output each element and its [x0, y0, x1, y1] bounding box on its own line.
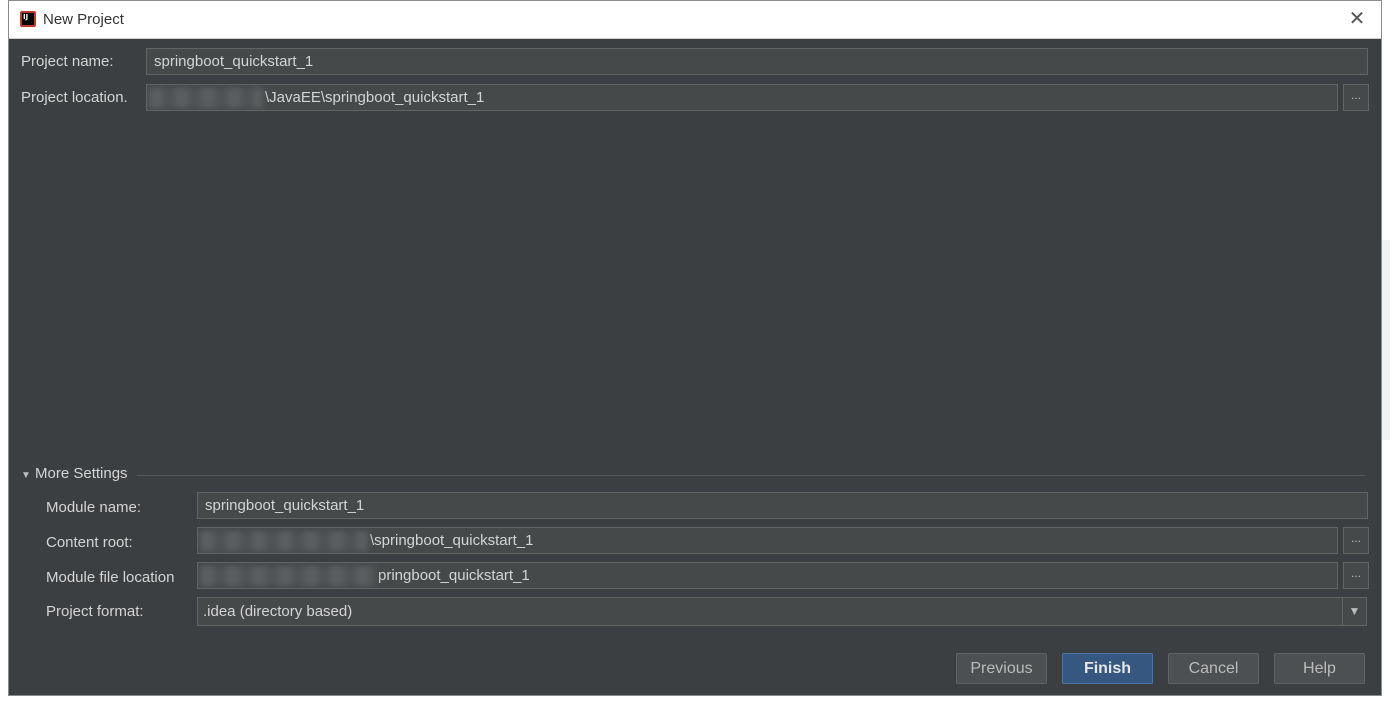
project-location-input[interactable]: \JavaEE\springboot_quickstart_1	[146, 84, 1338, 111]
project-location-browse-button[interactable]: ...	[1343, 84, 1369, 111]
intellij-app-icon: IJ	[20, 11, 36, 27]
module-file-location-label: Module file location	[46, 569, 175, 586]
content-root-value: \springboot_quickstart_1	[370, 532, 534, 549]
cancel-button[interactable]: Cancel	[1168, 653, 1259, 684]
project-format-select[interactable]: .idea (directory based) ▼	[197, 597, 1367, 626]
project-format-label: Project format:	[46, 603, 144, 620]
help-button[interactable]: Help	[1274, 653, 1365, 684]
project-location-label: Project location.	[21, 89, 128, 106]
content-root-browse-button[interactable]: ...	[1343, 527, 1369, 554]
project-format-selected: .idea (directory based)	[203, 603, 353, 620]
redacted-path	[200, 531, 368, 552]
close-icon[interactable]: ✕	[1345, 8, 1369, 32]
new-project-dialog: IJ New Project ✕ Project name: springboo…	[8, 0, 1382, 696]
window-title: New Project	[43, 11, 124, 28]
module-name-label: Module name:	[46, 499, 142, 516]
title-bar: IJ New Project ✕	[9, 1, 1381, 39]
redacted-path	[149, 88, 263, 109]
project-name-input[interactable]: springboot_quickstart_1	[146, 48, 1368, 75]
module-file-location-browse-button[interactable]: ...	[1343, 562, 1369, 589]
dropdown-arrow-icon[interactable]: ▼	[1342, 598, 1366, 625]
background-ide-strip	[1382, 240, 1390, 440]
module-file-location-value: pringboot_quickstart_1	[378, 567, 530, 584]
redacted-path	[200, 566, 376, 587]
module-file-location-input[interactable]: pringboot_quickstart_1	[197, 562, 1338, 589]
project-location-value: \JavaEE\springboot_quickstart_1	[265, 89, 485, 106]
finish-button[interactable]: Finish	[1062, 653, 1153, 684]
triangle-down-icon: ▼	[21, 470, 31, 481]
content-root-input[interactable]: \springboot_quickstart_1	[197, 527, 1338, 554]
more-settings-label: More Settings	[35, 465, 128, 482]
module-name-input[interactable]: springboot_quickstart_1	[197, 492, 1368, 519]
content-root-label: Content root:	[46, 534, 133, 551]
previous-button[interactable]: Previous	[956, 653, 1047, 684]
more-settings-separator	[137, 475, 1365, 476]
more-settings-toggle[interactable]: ▼ More Settings	[21, 465, 128, 482]
project-name-label: Project name:	[21, 53, 114, 70]
